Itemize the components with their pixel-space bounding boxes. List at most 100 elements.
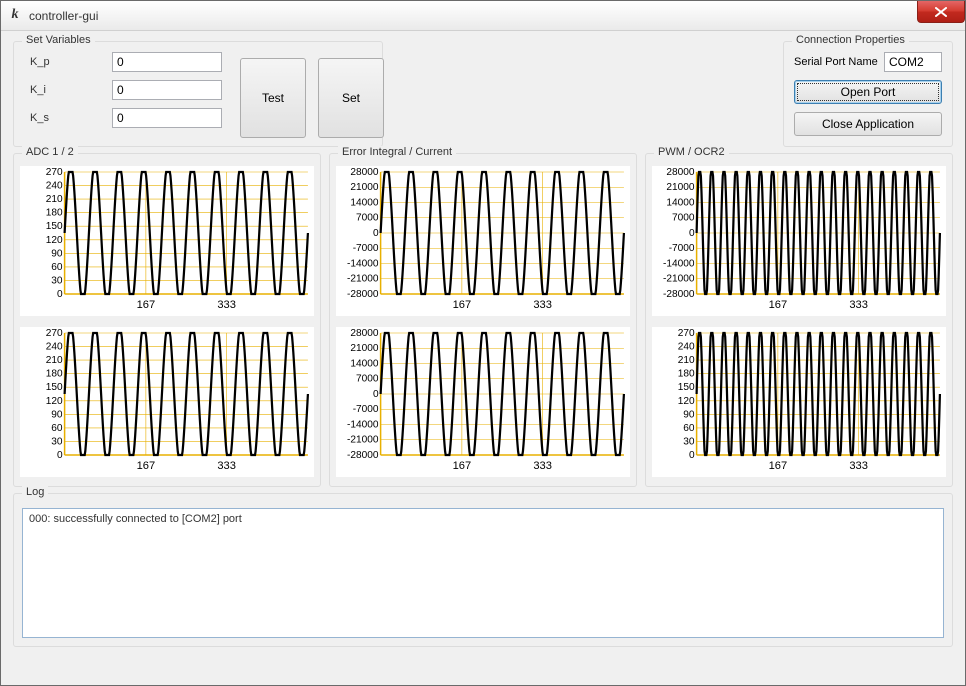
log-textarea[interactable]: 000: successfully connected to [COM2] po… bbox=[22, 508, 944, 638]
open-port-button[interactable]: Open Port bbox=[794, 80, 942, 104]
svg-text:90: 90 bbox=[51, 409, 63, 420]
kp-label: K_p bbox=[24, 56, 104, 68]
error-chart-group: Error Integral / Current -28000-21000-14… bbox=[329, 153, 637, 487]
svg-text:333: 333 bbox=[533, 299, 552, 311]
window-title: controller-gui bbox=[29, 9, 98, 23]
svg-text:-14000: -14000 bbox=[347, 420, 379, 431]
svg-text:-28000: -28000 bbox=[347, 289, 379, 300]
svg-text:14000: 14000 bbox=[666, 198, 695, 209]
svg-text:7000: 7000 bbox=[356, 374, 379, 385]
svg-text:21000: 21000 bbox=[350, 182, 379, 193]
svg-text:30: 30 bbox=[51, 436, 63, 447]
top-row-spacer bbox=[391, 41, 775, 147]
ki-label: K_i bbox=[24, 84, 104, 96]
error-legend: Error Integral / Current bbox=[338, 146, 456, 158]
log-legend: Log bbox=[22, 486, 48, 498]
svg-text:14000: 14000 bbox=[350, 359, 379, 370]
svg-text:333: 333 bbox=[217, 460, 236, 472]
pwm-legend: PWM / OCR2 bbox=[654, 146, 729, 158]
serial-port-input[interactable] bbox=[884, 52, 942, 72]
svg-text:270: 270 bbox=[46, 167, 63, 178]
kp-input[interactable] bbox=[112, 52, 222, 72]
connection-legend: Connection Properties bbox=[792, 34, 909, 46]
svg-text:167: 167 bbox=[769, 299, 788, 311]
svg-text:21000: 21000 bbox=[350, 343, 379, 354]
pwm-chart-group: PWM / OCR2 -28000-21000-14000-7000070001… bbox=[645, 153, 953, 487]
adc-legend: ADC 1 / 2 bbox=[22, 146, 78, 158]
svg-text:7000: 7000 bbox=[672, 213, 695, 224]
svg-text:28000: 28000 bbox=[350, 167, 379, 178]
svg-text:167: 167 bbox=[769, 460, 788, 472]
svg-text:180: 180 bbox=[46, 208, 63, 219]
svg-text:333: 333 bbox=[217, 299, 236, 311]
adc-chart-group: ADC 1 / 2 030609012015018021024027016733… bbox=[13, 153, 321, 487]
svg-text:210: 210 bbox=[46, 355, 63, 366]
svg-text:240: 240 bbox=[46, 342, 63, 353]
svg-text:270: 270 bbox=[678, 328, 695, 339]
app-window: k controller-gui Set Variables K_p K_i K… bbox=[0, 0, 966, 686]
error-chart-1: -28000-21000-14000-700007000140002100028… bbox=[336, 166, 630, 316]
svg-text:90: 90 bbox=[683, 409, 695, 420]
svg-text:14000: 14000 bbox=[350, 198, 379, 209]
svg-text:150: 150 bbox=[678, 382, 695, 393]
svg-text:0: 0 bbox=[689, 228, 695, 239]
set-variables-legend: Set Variables bbox=[22, 34, 95, 46]
svg-text:333: 333 bbox=[849, 299, 868, 311]
app-icon: k bbox=[7, 8, 23, 24]
svg-text:167: 167 bbox=[137, 460, 156, 472]
set-button[interactable]: Set bbox=[318, 58, 384, 138]
svg-text:0: 0 bbox=[373, 389, 379, 400]
svg-text:167: 167 bbox=[453, 299, 472, 311]
svg-text:-14000: -14000 bbox=[663, 259, 695, 270]
svg-text:150: 150 bbox=[46, 221, 63, 232]
svg-text:-28000: -28000 bbox=[663, 289, 695, 300]
set-variables-group: Set Variables K_p K_i K_s Test Set bbox=[13, 41, 383, 147]
svg-text:0: 0 bbox=[57, 450, 63, 461]
svg-text:-28000: -28000 bbox=[347, 450, 379, 461]
pwm-chart-2: 0306090120150180210240270167333 bbox=[652, 327, 946, 477]
pwm-chart-1: -28000 -21000 -14000 -7000 0 7000 14000 21000 28… bbox=[652, 166, 946, 316]
svg-text:120: 120 bbox=[46, 235, 63, 246]
titlebar[interactable]: k controller-gui bbox=[1, 1, 965, 31]
error-chart-2: -28000 -21000 -14000 -7000 0 7000 14000 21000 28… bbox=[336, 327, 630, 477]
svg-text:120: 120 bbox=[678, 396, 695, 407]
ki-input[interactable] bbox=[112, 80, 222, 100]
svg-text:-21000: -21000 bbox=[347, 435, 379, 446]
svg-text:21000: 21000 bbox=[666, 182, 695, 193]
svg-text:150: 150 bbox=[46, 382, 63, 393]
svg-text:180: 180 bbox=[678, 369, 695, 380]
svg-text:333: 333 bbox=[849, 460, 868, 472]
test-button[interactable]: Test bbox=[240, 58, 306, 138]
svg-text:0: 0 bbox=[689, 450, 695, 461]
svg-text:-21000: -21000 bbox=[347, 274, 379, 285]
serial-port-label: Serial Port Name bbox=[794, 56, 878, 68]
svg-text:210: 210 bbox=[46, 194, 63, 205]
log-group: Log 000: successfully connected to [COM2… bbox=[13, 493, 953, 647]
connection-group: Connection Properties Serial Port Name O… bbox=[783, 41, 953, 147]
svg-text:90: 90 bbox=[51, 248, 63, 259]
svg-text:240: 240 bbox=[678, 342, 695, 353]
svg-text:60: 60 bbox=[51, 262, 63, 273]
ks-label: K_s bbox=[24, 112, 104, 124]
svg-text:0: 0 bbox=[57, 289, 63, 300]
close-icon bbox=[935, 7, 947, 17]
close-application-button[interactable]: Close Application bbox=[794, 112, 942, 136]
close-window-button[interactable] bbox=[917, 1, 965, 23]
svg-text:0: 0 bbox=[373, 228, 379, 239]
svg-text:167: 167 bbox=[453, 460, 472, 472]
svg-text:210: 210 bbox=[678, 355, 695, 366]
svg-text:-7000: -7000 bbox=[669, 243, 695, 254]
svg-text:7000: 7000 bbox=[356, 213, 379, 224]
svg-text:60: 60 bbox=[51, 423, 63, 434]
svg-text:28000: 28000 bbox=[666, 167, 695, 178]
svg-text:60: 60 bbox=[683, 423, 695, 434]
svg-text:28000: 28000 bbox=[350, 328, 379, 339]
svg-text:120: 120 bbox=[46, 396, 63, 407]
svg-text:-7000: -7000 bbox=[353, 404, 379, 415]
svg-text:180: 180 bbox=[46, 369, 63, 380]
svg-text:-21000: -21000 bbox=[663, 274, 695, 285]
svg-text:270: 270 bbox=[46, 328, 63, 339]
ks-input[interactable] bbox=[112, 108, 222, 128]
svg-text:30: 30 bbox=[51, 275, 63, 286]
svg-text:-14000: -14000 bbox=[347, 259, 379, 270]
